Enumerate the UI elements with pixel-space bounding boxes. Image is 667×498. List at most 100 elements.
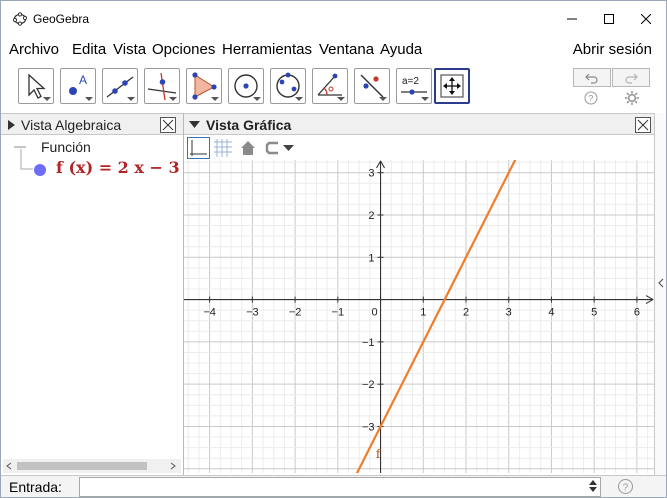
x-tick-label: 3 [506,307,512,319]
tree-connector [20,149,33,170]
menu-ventana[interactable]: Ventana [319,41,374,58]
minimize-icon [567,18,577,20]
toggle-grid-icon[interactable] [212,137,234,159]
title-bar: GeoGebra [1,1,666,37]
x-tick-label: 1 [420,307,426,319]
point-capturing-icon[interactable] [264,140,280,156]
tool-submenu-indicator [337,97,345,101]
graphics-view-header: Vista Gráfica [184,113,654,135]
x-tick-label: 6 [634,307,640,319]
collapse-triangle-icon[interactable] [189,121,200,129]
tool-submenu-indicator [43,97,51,101]
graphics-view-title: Vista Gráfica [206,117,292,133]
tool-submenu-indicator [253,97,261,101]
tool-submenu-indicator [211,97,219,101]
redo-button[interactable] [612,68,650,87]
menu-archivo[interactable]: Archivo [9,41,59,58]
chevron-down-icon[interactable] [283,145,294,152]
x-tick-label: −1 [332,307,345,319]
tool-submenu-indicator [421,97,429,101]
x-tick-label: 5 [591,307,597,319]
expand-left-icon[interactable] [657,278,664,288]
input-help-icon[interactable]: ? [617,478,634,495]
y-tick-label: −3 [362,421,375,433]
close-graphics-view-button[interactable] [635,117,651,133]
graphics-style-bar [184,136,654,160]
geogebra-logo-icon [13,12,27,26]
menu-opciones[interactable]: Opciones [152,41,215,58]
tool-submenu-indicator [85,97,93,101]
svg-text:?: ? [588,94,593,104]
tool-circle-center-point[interactable] [228,68,264,104]
tool-slider[interactable]: a=2 [396,68,432,104]
close-icon [162,119,174,131]
algebra-view: Vista Algebraica Función f (x) = 2 x − 3 [1,113,184,475]
input-bar: Entrada: ? [1,475,666,497]
close-window-button[interactable] [627,1,665,37]
tool-point[interactable]: A [60,68,96,104]
tool-reflect-line[interactable] [354,68,390,104]
menu-edita[interactable]: Edita [72,41,106,58]
svg-text:A: A [79,73,87,87]
menu-ayuda[interactable]: Ayuda [380,41,422,58]
minimize-button[interactable] [553,1,591,37]
window-title: GeoGebra [33,12,90,26]
y-tick-label: 2 [368,210,374,222]
group-label-funcion: Función [41,139,91,155]
menu-vista[interactable]: Vista [113,41,146,58]
toggle-axes-icon[interactable] [187,137,210,159]
menu-herramientas[interactable]: Herramientas [222,41,312,58]
tool-perpendicular-line[interactable] [144,68,180,104]
function-definition[interactable]: f (x) = 2 x − 3 [56,158,180,177]
algebra-horizontal-scrollbar[interactable] [3,459,181,473]
x-tick-label: 0 [371,307,377,319]
scrollbar-thumb[interactable] [17,462,147,470]
scroll-left-icon[interactable] [5,462,13,470]
geogebra-window: GeoGebra Archivo Edita Vista Opciones He… [0,0,667,498]
tool-submenu-indicator [169,97,177,101]
y-tick-label: −2 [362,379,375,391]
expand-triangle-icon[interactable] [8,120,16,130]
y-tick-label: −1 [362,337,375,349]
tool-line[interactable] [102,68,138,104]
tool-submenu-indicator [295,97,303,101]
close-algebra-view-button[interactable] [160,117,176,133]
function-visibility-toggle[interactable] [34,164,46,176]
close-icon [637,119,649,131]
undo-button[interactable] [573,68,611,87]
coordinate-plot[interactable]: −4 −3 −2 −1 0 1 2 3 4 5 6321−1−2−3f [184,160,654,473]
maximize-button[interactable] [590,1,628,37]
y-tick-label: 1 [368,252,374,264]
redo-icon [625,73,638,84]
maximize-icon [604,14,614,24]
tool-angle[interactable] [312,68,348,104]
svg-text:a=2: a=2 [402,76,419,87]
close-icon [641,14,651,24]
home-icon[interactable] [240,140,256,156]
scroll-right-icon[interactable] [169,462,177,470]
algebra-view-title: Vista Algebraica [21,117,122,133]
right-panel-toggle[interactable] [654,113,666,475]
graphics-canvas[interactable]: −4 −3 −2 −1 0 1 2 3 4 5 6 3 2 1 −1 −2 −3 f [184,160,654,473]
graphics-view: Vista Gráfica −4 −3 −2 −1 0 1 2 3 4 5 6 … [184,113,654,475]
tool-move-graphics-view[interactable] [434,68,470,104]
input-history-icon[interactable] [589,480,597,492]
tool-move[interactable] [18,68,54,104]
input-field[interactable] [79,477,601,497]
tool-submenu-indicator [127,97,135,101]
tool-circle-three-points[interactable] [270,68,306,104]
x-tick-label: −3 [246,307,259,319]
toolbar: A a=2 ? [1,65,666,111]
settings-gear-icon[interactable] [624,90,640,106]
algebra-view-header: Vista Algebraica [1,113,183,135]
help-icon[interactable]: ? [583,90,599,106]
tool-submenu-indicator [379,97,387,101]
tool-polygon[interactable] [186,68,222,104]
login-link[interactable]: Abrir sesión [573,41,652,58]
y-tick-label: 3 [368,168,374,180]
x-tick-label: 2 [463,307,469,319]
menu-bar: Archivo Edita Vista Opciones Herramienta… [1,39,666,63]
svg-text:?: ? [623,483,629,494]
x-tick-label: −2 [289,307,302,319]
x-tick-label: 4 [548,307,554,319]
